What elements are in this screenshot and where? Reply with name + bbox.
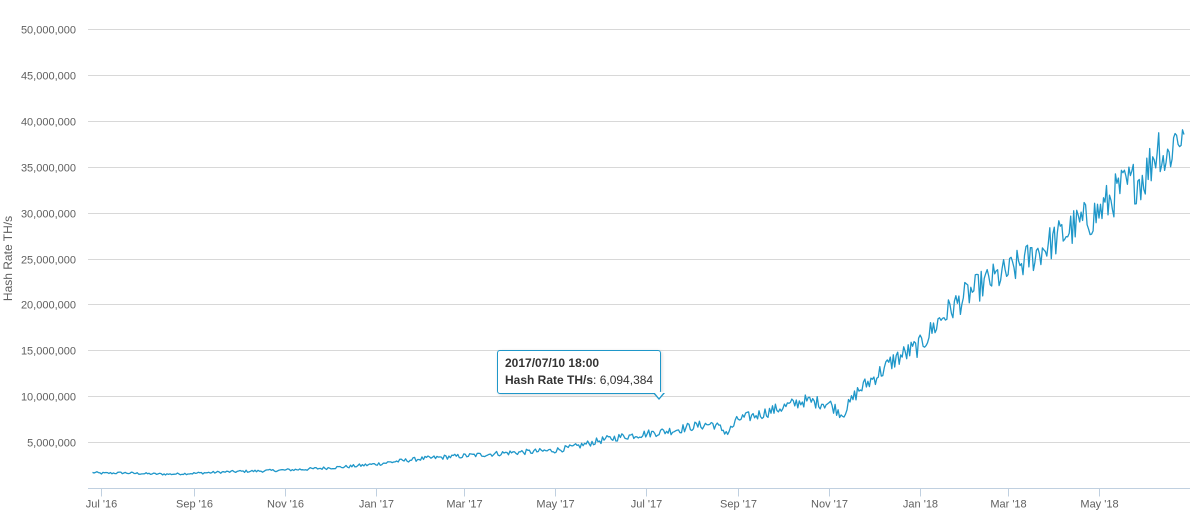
x-axis-ticks: Jul '16 Sep '16 Nov '16 Jan '17 Mar '17 May '…: [86, 488, 1119, 511]
x-tick-label: Jan '17: [359, 499, 394, 511]
y-tick-label: 35,000,000: [21, 163, 76, 175]
x-tick-label: Jul '17: [631, 499, 662, 511]
x-tick-label: May '18: [1080, 499, 1118, 511]
x-tick-label: Mar '17: [446, 499, 482, 511]
x-tick-label: Mar '18: [990, 499, 1026, 511]
x-tick-label: Nov '16: [267, 499, 304, 511]
y-tick-label: 15,000,000: [21, 346, 76, 358]
x-tick-label: Sep '17: [720, 499, 757, 511]
y-tick-label: 10,000,000: [21, 392, 76, 404]
tooltip-value-row: Hash Rate TH/s: 6,094,384: [505, 372, 653, 389]
y-tick-label: 25,000,000: [21, 255, 76, 267]
x-tick-label: Sep '16: [176, 499, 213, 511]
x-tick-label: Nov '17: [811, 499, 848, 511]
tooltip-value: 6,094,384: [599, 373, 654, 387]
y-tick-label: 20,000,000: [21, 300, 76, 312]
y-axis-label: Hash Rate TH/s: [1, 216, 15, 301]
y-tick-label: 40,000,000: [21, 117, 76, 129]
x-tick-label: Jul '16: [86, 499, 117, 511]
hash-rate-chart: 5,000,000 10,000,000 15,000,000 20,000,000 2…: [0, 0, 1200, 520]
y-tick-label: 5,000,000: [27, 438, 76, 450]
tooltip-date: 2017/07/10 18:00: [505, 356, 600, 370]
tooltip: 2017/07/10 18:00 Hash Rate TH/s: 6,094,3…: [497, 350, 662, 394]
chart-canvas: 5,000,000 10,000,000 15,000,000 20,000,000 2…: [1, 25, 1190, 511]
y-tick-label: 30,000,000: [21, 209, 76, 221]
tooltip-series-name: Hash Rate TH/s: [505, 373, 594, 387]
y-axis-ticks: 5,000,000 10,000,000 15,000,000 20,000,000 2…: [21, 25, 76, 450]
tooltip-arrow-inner: [654, 392, 664, 398]
y-tick-label: 45,000,000: [21, 71, 76, 83]
series-line-hash-rate[interactable]: [92, 129, 1185, 476]
tooltip-separator: :: [593, 373, 600, 387]
y-tick-label: 50,000,000: [21, 25, 76, 37]
x-tick-label: Jan '18: [903, 499, 938, 511]
x-tick-label: May '17: [536, 499, 574, 511]
